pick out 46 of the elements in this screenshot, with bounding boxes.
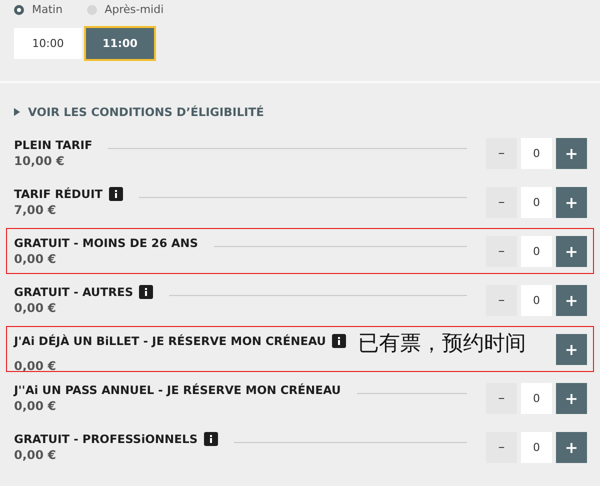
ticket-price: 0,00 € <box>14 359 58 373</box>
ticket-price: 0,00 € <box>14 301 58 315</box>
ticket-name: GRATUIT - PROFESSiONNELS <box>14 432 198 446</box>
quantity-field[interactable]: 0 <box>521 432 552 462</box>
decrease-button[interactable]: – <box>486 382 517 414</box>
annotation-text: 已有票，预约时间 <box>358 330 526 357</box>
increase-button[interactable]: + <box>556 186 587 218</box>
quantity-field[interactable]: 0 <box>521 186 552 218</box>
increase-button[interactable]: + <box>556 236 587 266</box>
time-slot-button[interactable]: 10:00 <box>14 28 82 59</box>
ticket-name: GRATUIT - MOINS DE 26 ANS <box>14 236 198 250</box>
quantity-field[interactable]: 0 <box>521 236 552 266</box>
decrease-button[interactable]: – <box>486 284 517 316</box>
decrease-button[interactable]: – <box>486 432 517 462</box>
decrease-button[interactable]: – <box>486 138 517 168</box>
increase-button[interactable]: + <box>556 334 587 364</box>
quantity-field[interactable]: 0 <box>521 382 552 414</box>
radio-icon <box>86 4 97 14</box>
ticket-name: J'Ai DÉJÀ UN BiLLET - JE RÉSERVE MON CRÉNEAU <box>14 334 326 348</box>
info-icon[interactable] <box>332 334 346 348</box>
ticket-name: PLEIN TARIF <box>14 138 92 152</box>
decrease-button[interactable]: – <box>486 236 517 266</box>
ticket-price: 0,00 € <box>14 252 58 266</box>
radio-icon <box>14 4 24 14</box>
ticket-name: J''Ai UN PASS ANNUEL - JE RÉSERVE MON CRÉNEAU <box>14 383 341 397</box>
increase-button[interactable]: + <box>556 432 587 462</box>
increase-button[interactable]: + <box>556 382 587 414</box>
info-icon[interactable] <box>204 432 218 446</box>
ticket-price: 0,00 € <box>14 448 58 462</box>
quantity-field[interactable]: 0 <box>521 138 552 168</box>
info-icon[interactable] <box>108 187 123 201</box>
period-radio[interactable]: Matin <box>14 3 63 16</box>
period-radio[interactable]: Après-midi <box>86 3 164 16</box>
eligibility-link[interactable]: VOIR LES CONDITIONS D’ÉLIGIBILITÉ <box>0 105 600 119</box>
ticket-name: TARIF RÉDUIT <box>14 187 103 201</box>
info-icon[interactable] <box>139 285 154 299</box>
caret-icon <box>14 108 20 116</box>
increase-button[interactable]: + <box>556 284 587 316</box>
ticket-price: 10,00 € <box>14 154 66 168</box>
decrease-button[interactable]: – <box>486 186 517 218</box>
increase-button[interactable]: + <box>556 138 587 168</box>
quantity-field[interactable]: 0 <box>521 284 552 316</box>
ticket-price: 7,00 € <box>14 203 58 217</box>
time-slot-button[interactable]: 11:00 <box>86 28 154 59</box>
ticket-price: 0,00 € <box>14 399 58 413</box>
ticket-name: GRATUIT - AUTRES <box>14 285 134 299</box>
